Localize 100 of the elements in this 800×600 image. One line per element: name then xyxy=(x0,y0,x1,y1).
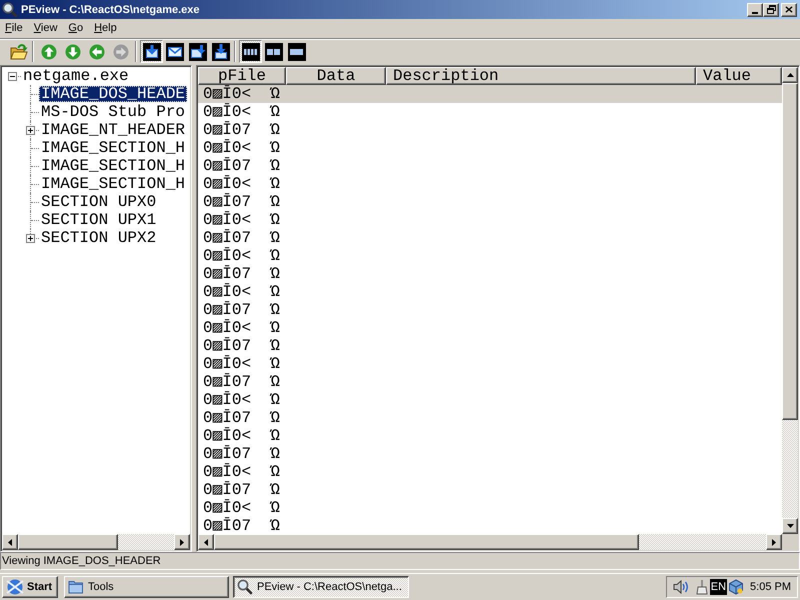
table-cell: 0▨Ī0< Ώ xyxy=(203,464,280,480)
table-cell: 0▨Ī0< Ώ xyxy=(203,320,280,336)
scrollbar-corner xyxy=(782,534,798,550)
table-cell: 0▨Ī07 Ώ xyxy=(203,266,280,282)
view-mode-button[interactable] xyxy=(140,40,163,63)
minimize-icon xyxy=(752,12,758,14)
table-cell: 0▨Ī07 Ώ xyxy=(203,122,280,138)
left-triangle-icon xyxy=(8,538,12,546)
menu-item[interactable]: Help xyxy=(89,20,123,37)
table-row[interactable]: 0▨Ī0< Ώ xyxy=(198,85,782,103)
restore-icon xyxy=(766,5,776,14)
tree-item[interactable]: IMAGE_NT_HEADER xyxy=(39,122,188,138)
menu-item[interactable]: File xyxy=(0,20,29,37)
window-title: PEview - C:\ReactOS\netgame.exe xyxy=(21,4,200,16)
clock: 5:05 PM xyxy=(750,580,791,592)
table-cell: 0▨Ī0< Ώ xyxy=(203,140,280,156)
view-mode-button[interactable] xyxy=(186,40,209,63)
language-indicator[interactable]: EN xyxy=(710,578,728,594)
column-header[interactable]: Description xyxy=(386,67,696,85)
restore-button[interactable] xyxy=(763,2,779,16)
table-cell: 0▨Ī0< Ώ xyxy=(203,86,280,102)
right-triangle-icon xyxy=(772,538,776,546)
folder-arrow-icon xyxy=(10,42,28,60)
table-cell: 0▨Ī07 Ώ xyxy=(203,194,280,210)
taskbar-button[interactable]: Tools xyxy=(64,576,229,598)
minus-box-icon[interactable] xyxy=(8,72,17,81)
start-button[interactable]: Start xyxy=(2,576,58,598)
scroll-thumb[interactable] xyxy=(214,534,639,550)
table-cell: 0▨Ī0< Ώ xyxy=(203,176,280,192)
display-format-button[interactable] xyxy=(285,40,308,63)
up-arrow-icon xyxy=(41,44,57,60)
table-cell: 0▨Ī07 Ώ xyxy=(203,302,280,318)
display-format-button[interactable] xyxy=(239,40,262,63)
table-cell: 0▨Ī0< Ώ xyxy=(203,392,280,408)
four-segment-bar-icon xyxy=(242,42,260,60)
plus-box-icon[interactable] xyxy=(26,126,35,135)
column-header[interactable]: Value xyxy=(696,67,782,85)
column-header[interactable]: pFile xyxy=(198,67,286,85)
scroll-left-button[interactable] xyxy=(198,534,214,550)
table-cell: 0▨Ī0< Ώ xyxy=(203,212,280,228)
horizontal-scrollbar[interactable] xyxy=(198,534,782,550)
status-text: Viewing IMAGE_DOS_HEADER xyxy=(2,555,161,567)
left-arrow-icon xyxy=(89,44,105,60)
close-button[interactable] xyxy=(781,2,797,16)
tree-item[interactable]: SECTION UPX0 xyxy=(39,194,158,210)
close-icon xyxy=(785,6,793,13)
table-cell: 0▨Ī0< Ώ xyxy=(203,284,280,300)
tree-item[interactable]: MS-DOS Stub Pro xyxy=(39,104,188,120)
scroll-right-button[interactable] xyxy=(766,534,782,550)
taskbar-button[interactable]: PEview - C:\ReactOS\netga... xyxy=(233,576,409,598)
one-segment-bar-icon xyxy=(288,42,306,60)
table-cell: 0▨Ī07 Ώ xyxy=(203,230,280,246)
right-triangle-icon xyxy=(180,538,184,546)
tree-item[interactable]: IMAGE_SECTION_H xyxy=(39,158,188,174)
scroll-left-button[interactable] xyxy=(2,534,18,550)
view-mode-button[interactable] xyxy=(163,40,186,63)
scroll-thumb[interactable] xyxy=(18,534,118,550)
table-cell: 0▨Ī0< Ώ xyxy=(203,428,280,444)
table-cell: 0▨Ī07 Ώ xyxy=(203,158,280,174)
tree-item[interactable]: netgame.exe xyxy=(21,68,131,84)
tree-item[interactable]: IMAGE_SECTION_H xyxy=(39,176,188,192)
horizontal-scrollbar[interactable] xyxy=(2,534,190,550)
table-cell: 0▨Ī07 Ώ xyxy=(203,374,280,390)
envelope-icon xyxy=(166,42,184,60)
display-format-button[interactable] xyxy=(262,40,285,63)
magnifier-icon xyxy=(237,578,253,594)
plus-box-icon[interactable] xyxy=(26,234,35,243)
left-triangle-icon xyxy=(204,538,208,546)
up-triangle-icon xyxy=(786,73,794,77)
down-arrow-icon xyxy=(65,44,81,60)
scroll-up-button[interactable] xyxy=(782,67,798,83)
tree-item[interactable]: SECTION UPX1 xyxy=(39,212,158,228)
scroll-down-button[interactable] xyxy=(782,518,798,534)
table-cell: 0▨Ī07 Ώ xyxy=(203,518,280,534)
vertical-scrollbar[interactable] xyxy=(782,67,798,534)
scroll-right-button[interactable] xyxy=(174,534,190,550)
table-cell: 0▨Ī07 Ώ xyxy=(203,410,280,426)
table-cell: 0▨Ī0< Ώ xyxy=(203,500,280,516)
menu-item[interactable]: View xyxy=(28,20,64,37)
column-header[interactable]: Data xyxy=(286,67,386,85)
table-cell: 0▨Ī07 Ώ xyxy=(203,446,280,462)
speaker-icon[interactable] xyxy=(672,578,689,594)
right-arrow-icon xyxy=(113,44,129,60)
cube-icon[interactable] xyxy=(728,578,744,594)
table-cell: 0▨Ī07 Ώ xyxy=(203,338,280,354)
logo-icon xyxy=(5,578,25,594)
tree-item[interactable]: SECTION UPX2 xyxy=(39,230,158,246)
down-triangle-icon xyxy=(786,524,794,528)
table-cell: 0▨Ī07 Ώ xyxy=(203,482,280,498)
two-segment-bar-icon xyxy=(264,42,282,60)
tree-item[interactable]: IMAGE_DOS_HEADE xyxy=(39,86,188,102)
scroll-thumb[interactable] xyxy=(782,83,798,420)
table-cell: 0▨Ī0< Ώ xyxy=(203,104,280,120)
table-cell: 0▨Ī0< Ώ xyxy=(203,356,280,372)
folder-icon xyxy=(68,578,84,594)
view-mode-button[interactable] xyxy=(209,40,232,63)
minimize-button[interactable] xyxy=(747,2,763,16)
menu-item[interactable]: Go xyxy=(63,20,90,37)
tree-item[interactable]: IMAGE_SECTION_H xyxy=(39,140,188,156)
brush-icon[interactable] xyxy=(694,578,710,594)
